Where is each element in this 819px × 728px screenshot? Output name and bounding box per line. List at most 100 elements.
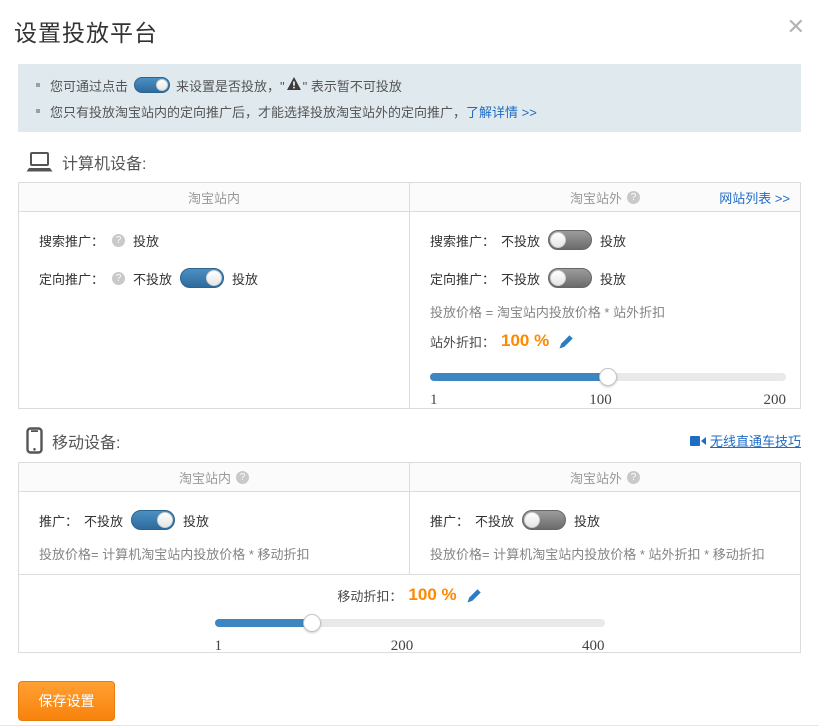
website-list-link[interactable]: 网站列表 >>	[719, 188, 790, 207]
warning-icon	[287, 77, 301, 93]
mobile-offsite-toggle[interactable]	[522, 510, 566, 530]
edit-icon[interactable]	[467, 588, 482, 603]
targeted-promo-toggle[interactable]	[548, 268, 592, 288]
mobile-promo-row: 推广： 不投放 投放	[39, 506, 395, 534]
toggle-on-label: 投放	[600, 269, 626, 288]
toggle-off-label: 不投放	[475, 511, 514, 530]
computer-offsite-cell: 搜索推广： 不投放 投放 定向推广： 不投放 投放 投放价格 = 淘宝站内投放价…	[409, 212, 800, 408]
toggle-knob	[157, 512, 173, 528]
header-label: 淘宝站外	[570, 468, 622, 487]
search-promo-row: 搜索推广： 不投放 投放	[430, 226, 786, 254]
tick-max: 200	[764, 392, 787, 409]
bullet-icon	[36, 83, 40, 87]
mobile-discount-label: 移动折扣：	[337, 586, 402, 605]
toggle-off-label: 不投放	[501, 231, 540, 250]
header-label: 淘宝站内	[179, 468, 231, 487]
tick-max: 400	[582, 638, 605, 655]
mobile-slider-wrap: 1 200 400	[215, 613, 605, 655]
toggle-knob	[156, 79, 168, 91]
mobile-onsite-cell: 推广： 不投放 投放 投放价格= 计算机淘宝站内投放价格 * 移动折扣	[19, 492, 409, 574]
offsite-discount-slider	[430, 367, 786, 387]
tick-mid: 100	[589, 392, 612, 409]
help-icon[interactable]: ?	[236, 471, 249, 484]
mobile-header-offsite: 淘宝站外 ?	[409, 463, 800, 491]
notice-text: 您只有投放淘宝站内的定向推广后，才能选择投放淘宝站外的定向推广，	[50, 102, 466, 121]
toggle-off-label: 不投放	[501, 269, 540, 288]
wireless-tips-label: 无线直通车技巧	[710, 431, 801, 450]
notice-text: 您可通过点击	[50, 76, 128, 95]
targeted-promo-label: 定向推广：	[39, 269, 104, 288]
notice-text: 来设置是否投放，"	[176, 76, 285, 95]
video-camera-icon	[690, 435, 706, 447]
mobile-discount-slider	[215, 613, 605, 633]
mobile-table-header: 淘宝站内 ? 淘宝站外 ?	[19, 463, 800, 492]
dialog-bottom-border	[0, 725, 819, 726]
computer-table-header: 淘宝站内 淘宝站外 ? 网站列表 >>	[19, 183, 800, 212]
learn-more-link[interactable]: 了解详情 >>	[466, 102, 537, 121]
mobile-offsite-formula: 投放价格= 计算机淘宝站内投放价格 * 站外折扣 * 移动折扣	[430, 544, 786, 563]
computer-header-onsite: 淘宝站内	[19, 183, 409, 211]
notice-box: 您可通过点击 来设置是否投放，" " 表示暂不可投放 您只有投放淘宝站内的定向推…	[18, 64, 801, 132]
help-icon[interactable]: ?	[627, 191, 640, 204]
notice-line-1: 您可通过点击 来设置是否投放，" " 表示暂不可投放	[34, 72, 785, 98]
toggle-on-label: 投放	[232, 269, 258, 288]
promo-label: 推广：	[39, 511, 78, 530]
toggle-on-label: 投放	[574, 511, 600, 530]
toggle-knob	[206, 270, 222, 286]
targeted-promo-label: 定向推广：	[430, 269, 495, 288]
mobile-discount-value: 100 %	[408, 585, 456, 605]
targeted-promo-row: 定向推广： 不投放 投放	[430, 264, 786, 292]
toggle-on-label: 投放	[600, 231, 626, 250]
targeted-promo-toggle[interactable]	[180, 268, 224, 288]
header-label: 淘宝站内	[188, 188, 240, 207]
promo-label: 推广：	[430, 511, 469, 530]
bullet-icon	[36, 109, 40, 113]
toggle-example[interactable]	[134, 77, 170, 93]
toggle-on-label: 投放	[183, 511, 209, 530]
tick-mid: 200	[391, 638, 414, 655]
offsite-discount-value: 100 %	[501, 331, 549, 351]
tick-min: 1	[215, 638, 223, 655]
save-settings-button[interactable]: 保存设置	[18, 681, 115, 721]
mobile-table: 淘宝站内 ? 淘宝站外 ? 推广： 不投放 投放 投放价格= 计算机淘宝站内投放…	[18, 462, 801, 653]
help-icon[interactable]: ?	[112, 272, 125, 285]
computer-table-body: 搜索推广： ? 投放 定向推广： ? 不投放 投放 搜索推广： 不投放 投放 定…	[19, 212, 800, 408]
toggle-knob	[524, 512, 540, 528]
mobile-promo-row: 推广： 不投放 投放	[430, 506, 786, 534]
slider-handle[interactable]	[599, 368, 617, 386]
mobile-header-onsite: 淘宝站内 ?	[19, 463, 409, 491]
mobile-discount-panel: 移动折扣： 100 % 1 200 400	[19, 574, 800, 652]
toggle-off-label: 不投放	[84, 511, 123, 530]
computer-table: 淘宝站内 淘宝站外 ? 网站列表 >> 搜索推广： ? 投放 定向推广： ? 不…	[18, 182, 801, 409]
computer-onsite-cell: 搜索推广： ? 投放 定向推广： ? 不投放 投放	[19, 212, 409, 408]
search-promo-toggle[interactable]	[548, 230, 592, 250]
help-icon[interactable]: ?	[112, 234, 125, 247]
mobile-onsite-formula: 投放价格= 计算机淘宝站内投放价格 * 移动折扣	[39, 544, 395, 563]
wireless-tips-link[interactable]: 无线直通车技巧	[690, 431, 801, 450]
mobile-section-header: 移动设备: 无线直通车技巧	[26, 427, 801, 454]
computer-header-offsite: 淘宝站外 ? 网站列表 >>	[409, 183, 800, 211]
mobile-offsite-cell: 推广： 不投放 投放 投放价格= 计算机淘宝站内投放价格 * 站外折扣 * 移动…	[409, 492, 800, 574]
page-title: 设置投放平台	[14, 14, 819, 48]
tick-min: 1	[430, 392, 438, 409]
offsite-price-formula: 投放价格 = 淘宝站内投放价格 * 站外折扣	[430, 302, 786, 321]
mobile-phone-icon	[26, 427, 43, 454]
slider-fill	[215, 619, 313, 627]
help-icon[interactable]: ?	[627, 471, 640, 484]
computer-section-header: 计算机设备:	[26, 150, 801, 174]
search-promo-status: 投放	[133, 231, 159, 250]
edit-icon[interactable]	[559, 334, 574, 349]
toggle-knob	[550, 270, 566, 286]
search-promo-label: 搜索推广：	[430, 231, 495, 250]
mobile-section-title: 移动设备:	[52, 429, 120, 453]
slider-ticks: 1 100 200	[430, 392, 786, 409]
mobile-table-body: 推广： 不投放 投放 投放价格= 计算机淘宝站内投放价格 * 移动折扣 推广： …	[19, 492, 800, 574]
close-icon[interactable]: ✕	[785, 14, 807, 40]
targeted-promo-row: 定向推广： ? 不投放 投放	[39, 264, 395, 292]
mobile-onsite-toggle[interactable]	[131, 510, 175, 530]
offsite-discount-row: 站外折扣： 100 %	[430, 331, 786, 351]
slider-handle[interactable]	[303, 614, 321, 632]
toggle-off-label: 不投放	[133, 269, 172, 288]
slider-fill	[430, 373, 608, 381]
computer-icon	[26, 152, 53, 173]
